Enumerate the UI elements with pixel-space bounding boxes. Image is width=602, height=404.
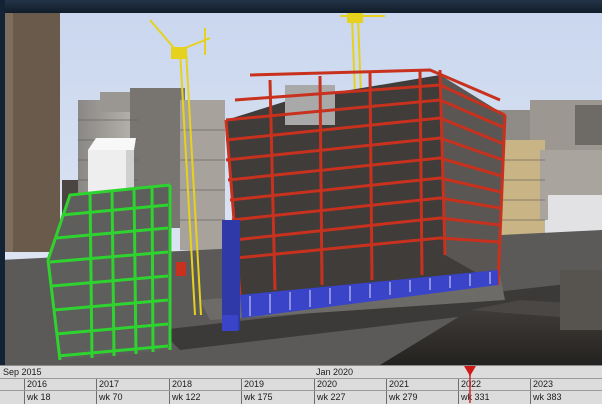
year-tick[interactable]: 2018 (169, 379, 192, 390)
viewport-left-edge (0, 0, 5, 365)
year-tick[interactable]: 2016 (24, 379, 47, 390)
construction-scene (0, 0, 602, 365)
year-tick[interactable]: 2020 (314, 379, 337, 390)
viewport-top-bar (0, 0, 602, 13)
week-tick[interactable]: wk 122 (169, 391, 201, 404)
timeline-period-row: Sep 2015 Jan 2020 (0, 367, 602, 378)
timeline-year-row: 2016 2017 2018 2019 2020 2021 2022 2023 (0, 378, 602, 390)
timeline-start-label: Sep 2015 (3, 367, 42, 377)
year-tick[interactable]: 2023 (530, 379, 553, 390)
year-tick[interactable]: 2017 (96, 379, 119, 390)
schedule-timeline[interactable]: Sep 2015 Jan 2020 2016 2017 2018 2019 20… (0, 365, 602, 404)
completed-structure-green (46, 183, 172, 361)
week-tick[interactable]: wk 227 (314, 391, 346, 404)
week-tick[interactable]: wk 279 (386, 391, 418, 404)
3d-viewport[interactable] (0, 0, 602, 403)
timeline-week-row: wk 18 wk 70 wk 122 wk 175 wk 227 wk 279 … (0, 390, 602, 404)
timeline-playhead-marker[interactable] (464, 366, 476, 376)
week-tick[interactable]: wk 175 (241, 391, 273, 404)
week-tick[interactable]: wk 383 (530, 391, 562, 404)
year-tick[interactable]: 2019 (241, 379, 264, 390)
week-tick[interactable]: wk 70 (96, 391, 123, 404)
week-tick-current[interactable]: wk 331 (458, 391, 490, 404)
timeline-mid-label: Jan 2020 (316, 367, 354, 377)
week-tick[interactable]: wk 18 (24, 391, 51, 404)
year-tick[interactable]: 2021 (386, 379, 409, 390)
